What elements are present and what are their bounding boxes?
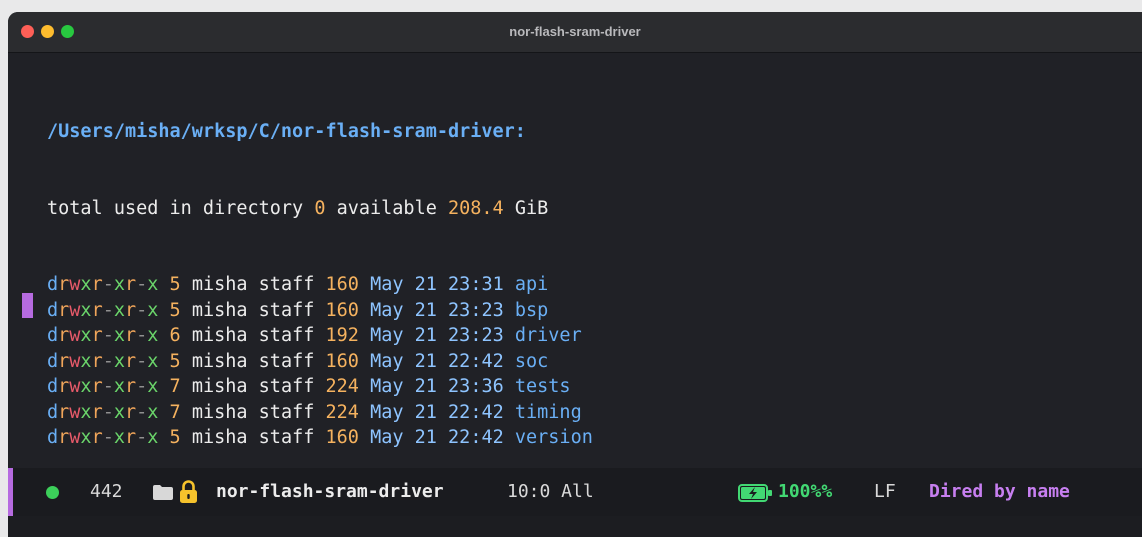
dired-entry[interactable]: drwxr-xr-x 5 misha staff 160 May 21 22:4… [47,349,593,375]
permissions: drwxr-xr-x [47,274,159,295]
mode-line: 442 nor-flash-sram-driver 10:0 All 100%%… [8,468,1142,516]
modified-date: May 21 22:42 [370,350,504,372]
dired-entry[interactable]: drwxr-xr-x 5 misha staff 160 May 21 22:4… [47,425,593,451]
dired-entry[interactable]: drwxr-xr-x 5 misha staff 160 May 21 23:3… [47,272,593,298]
modified-date: May 21 23:23 [370,325,504,346]
available-value: 208.4 [448,197,504,219]
permissions: drwxr-xr-x [47,401,159,423]
permissions: drwxr-xr-x [47,376,159,397]
link-count: 5 [169,274,181,295]
link-count: 5 [169,299,181,321]
title-bar: nor-flash-sram-driver [8,12,1142,53]
dired-listing: /Users/misha/wrksp/C/nor-flash-sram-driv… [47,68,593,451]
owner: misha [191,274,248,295]
owner: misha [191,350,248,372]
folder-icon [153,485,173,500]
permissions: drwxr-xr-x [47,299,159,321]
link-count: 7 [169,376,181,397]
owner: misha [191,427,248,448]
dired-entry[interactable]: drwxr-xr-x 6 misha staff 192 May 21 23:2… [47,323,593,349]
file-name[interactable]: tests [515,376,571,397]
text-cursor [22,293,33,318]
dired-entry[interactable]: drwxr-xr-x 7 misha staff 224 May 21 23:3… [47,374,593,400]
link-count: 7 [169,401,181,423]
battery-charging-icon [738,484,772,502]
owner: misha [191,299,248,321]
modified-date: May 21 23:23 [370,299,504,321]
battery-percent: 100%% [778,481,833,502]
file-name[interactable]: api [515,274,548,295]
file-size: 160 [325,427,359,448]
dired-entry[interactable]: drwxr-xr-x 7 misha staff 224 May 21 22:4… [47,400,593,426]
line-ending[interactable]: LF [874,481,896,503]
modified-date: May 21 23:36 [370,376,504,397]
owner: misha [191,401,248,423]
link-count: 6 [169,325,181,346]
major-mode[interactable]: Dired by name [929,481,1070,503]
modified-date: May 21 22:42 [370,401,504,423]
directory-header[interactable]: /Users/misha/wrksp/C/nor-flash-sram-driv… [47,119,593,145]
group: staff [258,299,315,321]
group: staff [258,325,315,346]
file-size: 160 [325,274,359,295]
total-label: total used in directory [47,197,304,219]
modified-date: May 21 22:42 [370,427,504,448]
file-size: 224 [325,376,359,397]
modified-date: May 21 23:31 [370,274,504,295]
file-size: 160 [325,299,359,321]
total-used: 0 [314,197,326,219]
status-dot [46,486,59,499]
file-size: 224 [325,401,359,423]
group: staff [258,350,315,372]
group: staff [258,401,315,423]
group: staff [258,427,315,448]
file-name[interactable]: driver [515,325,582,346]
permissions: drwxr-xr-x [47,427,159,448]
file-name[interactable]: soc [515,351,548,372]
permissions: drwxr-xr-x [47,350,159,372]
file-name[interactable]: timing [515,402,582,423]
total-line: total used in directory 0 available 208.… [47,196,593,222]
cursor-position: 10:0 All [507,481,594,502]
group: staff [258,274,315,295]
group: staff [258,376,315,397]
file-name[interactable]: version [515,427,593,448]
dired-buffer[interactable]: /Users/misha/wrksp/C/nor-flash-sram-driv… [8,53,1142,468]
lock-icon [180,480,197,503]
available-label: available [336,197,437,219]
dired-entry[interactable]: drwxr-xr-x 5 misha staff 160 May 21 23:2… [47,298,593,324]
owner: misha [191,325,248,346]
permissions: drwxr-xr-x [47,325,159,346]
owner: misha [191,376,248,397]
buffer-name[interactable]: nor-flash-sram-driver [216,481,444,503]
link-count: 5 [169,350,181,372]
file-size: 192 [325,325,359,346]
terminal-window: nor-flash-sram-driver /Users/misha/wrksp… [8,12,1142,537]
window-title: nor-flash-sram-driver [509,24,641,39]
available-unit: GiB [514,197,549,219]
active-window-indicator [8,468,13,516]
line-count: 442 [90,481,123,502]
file-name[interactable]: bsp [515,300,548,321]
echo-area [8,516,1142,537]
file-size: 160 [325,350,359,372]
link-count: 5 [169,427,181,448]
